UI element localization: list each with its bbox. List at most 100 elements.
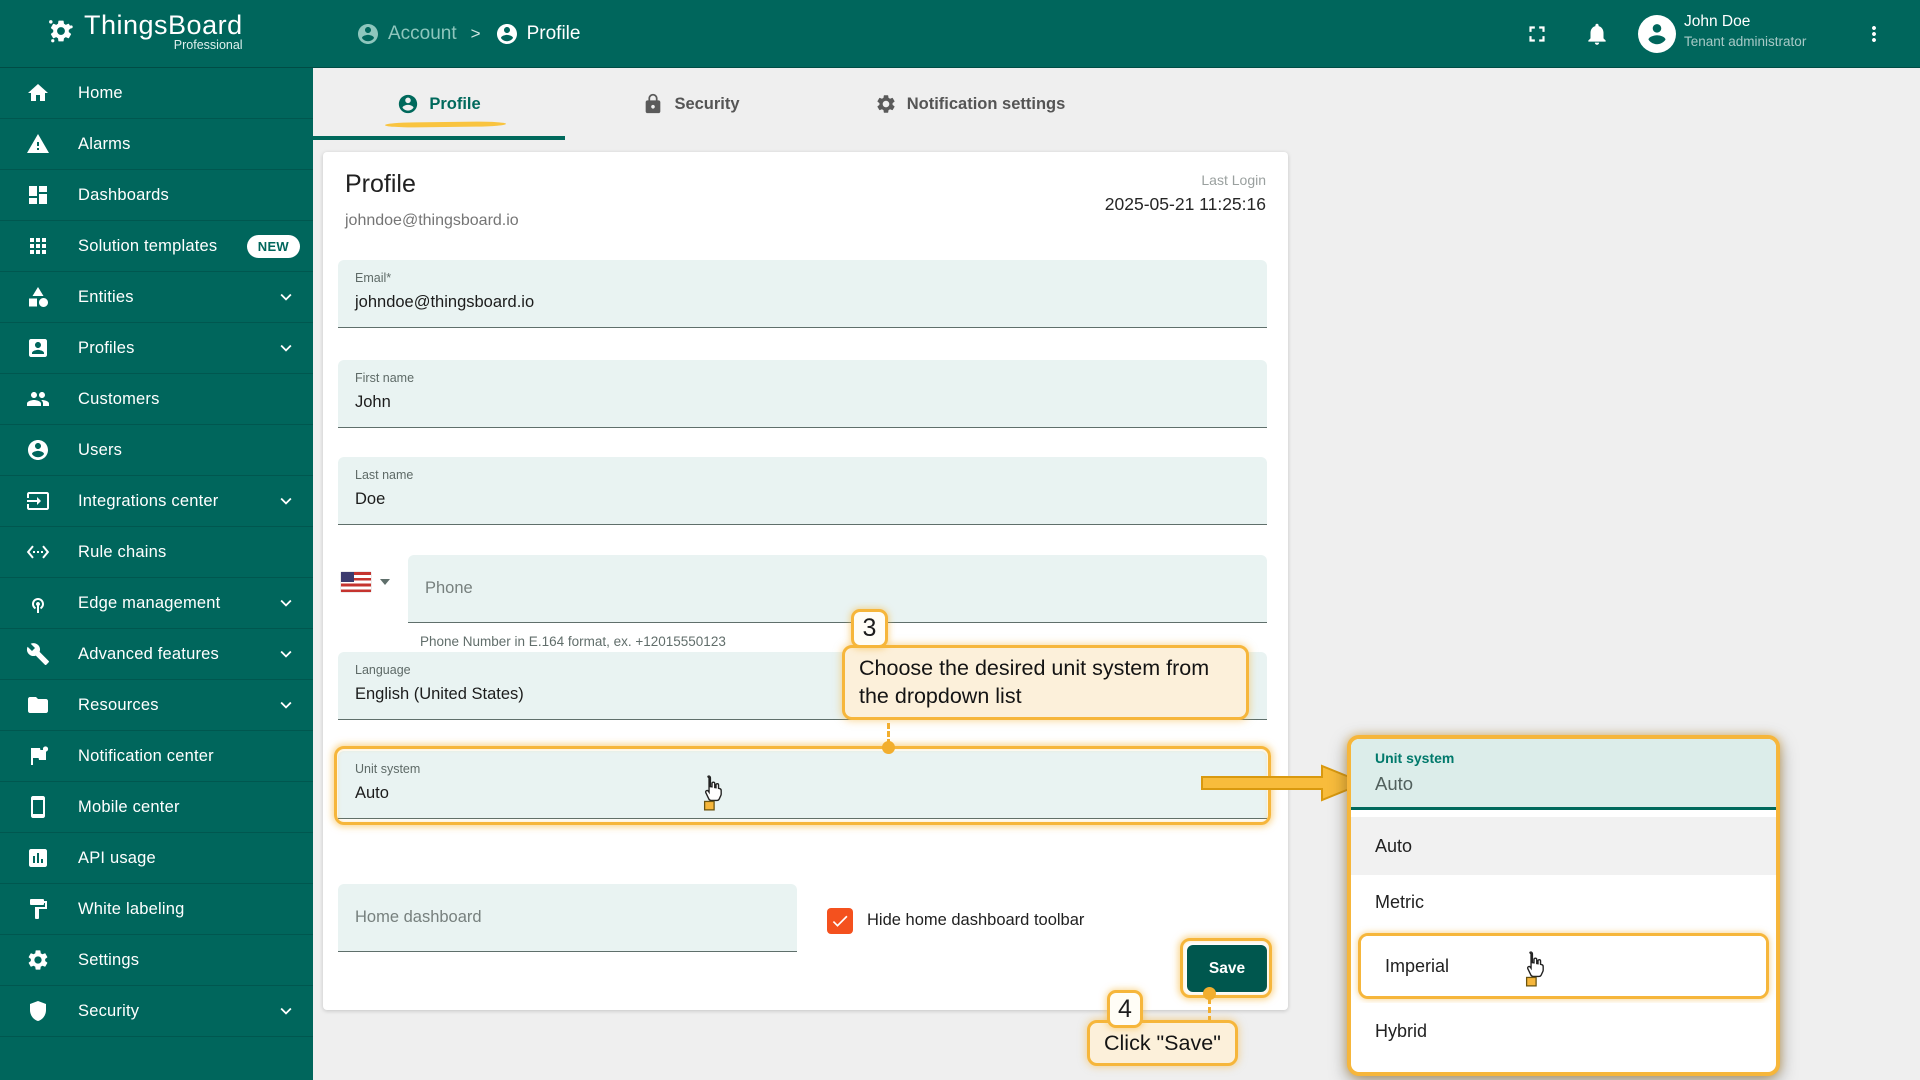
option-imperial-highlight-ring: Imperial (1358, 933, 1769, 999)
user-name: John Doe (1684, 13, 1854, 31)
step3-connector-dot (882, 741, 895, 754)
step4-callout: Click "Save" (1087, 1020, 1238, 1066)
check-icon (830, 911, 850, 931)
hand-cursor-icon (1520, 950, 1548, 988)
dropdown-header[interactable]: Unit system Auto (1351, 739, 1776, 810)
chevron-down-icon (275, 592, 297, 614)
person-icon (1640, 17, 1674, 51)
more-vert-icon[interactable] (1862, 22, 1886, 46)
step4-connector (1208, 998, 1211, 1022)
sidebar-item-entities[interactable]: Entities (0, 272, 313, 323)
smartphone-icon (26, 795, 50, 819)
option-hybrid[interactable]: Hybrid (1351, 1003, 1776, 1059)
phone-field[interactable]: Phone (408, 555, 1267, 623)
sidebar-item-customers[interactable]: Customers (0, 374, 313, 425)
sidebar-item-edge-management[interactable]: Edge management (0, 578, 313, 629)
us-flag-icon (341, 572, 371, 592)
thingsboard-logo-icon (48, 18, 74, 44)
last-login-label: Last Login (1201, 172, 1266, 188)
chevron-down-icon (275, 286, 297, 308)
home-dashboard-field[interactable]: Home dashboard (338, 884, 797, 952)
email-field[interactable]: Email* johndoe@thingsboard.io (338, 260, 1267, 328)
sidebar-item-notification-center[interactable]: Notification center (0, 731, 313, 782)
sidebar-item-api-usage[interactable]: API usage (0, 833, 313, 884)
profile-card: Profile johndoe@thingsboard.io Last Logi… (323, 152, 1288, 1010)
step3-arrow-icon (1198, 761, 1370, 805)
thingsboard-app: ThingsBoard Professional Account > Profi… (0, 0, 1920, 1080)
dashboard-icon (26, 183, 50, 207)
sidebar-item-solution-templates[interactable]: Solution templates NEW (0, 221, 313, 272)
sidebar-item-settings[interactable]: Settings (0, 935, 313, 986)
chevron-down-icon (275, 643, 297, 665)
logo-subtitle: Professional (174, 38, 243, 52)
breadcrumb-separator: > (471, 24, 481, 44)
logo-title: ThingsBoard (84, 10, 243, 40)
sidebar-item-advanced-features[interactable]: Advanced features (0, 629, 313, 680)
sidebar: Home Alarms Dashboards Solution template… (0, 68, 313, 1080)
gear-icon (875, 93, 897, 115)
card-subtitle-email: johndoe@thingsboard.io (345, 212, 519, 230)
chevron-down-icon (275, 490, 297, 512)
sidebar-item-alarms[interactable]: Alarms (0, 119, 313, 170)
fullscreen-icon[interactable] (1524, 21, 1550, 47)
unit-system-dropdown-panel: Unit system Auto Auto Metric Imperial Hy… (1347, 735, 1780, 1076)
tabstrip: Profile Security Notification settings (313, 68, 1123, 140)
option-imperial[interactable]: Imperial (1361, 936, 1766, 996)
sidebar-item-white-labeling[interactable]: White labeling (0, 884, 313, 935)
paint-icon (26, 897, 50, 921)
gear-icon (26, 948, 50, 972)
sidebar-item-rule-chains[interactable]: Rule chains (0, 527, 313, 578)
user-role: Tenant administrator (1684, 34, 1854, 49)
tab-notification-settings[interactable]: Notification settings (817, 68, 1123, 140)
breadcrumb-profile[interactable]: Profile (495, 22, 581, 46)
sidebar-item-security[interactable]: Security (0, 986, 313, 1037)
dropdown-options-list: Auto Metric Imperial Hybrid (1351, 810, 1776, 1059)
hide-toolbar-checkbox[interactable] (827, 908, 853, 934)
chevron-down-icon (275, 337, 297, 359)
last-login-value: 2025-05-21 11:25:16 (1105, 194, 1266, 215)
option-metric[interactable]: Metric (1351, 875, 1776, 929)
option-auto[interactable]: Auto (1351, 817, 1776, 875)
phone-country-selector[interactable] (341, 572, 390, 592)
apps-icon (26, 234, 50, 258)
sidebar-item-home[interactable]: Home (0, 68, 313, 119)
person-icon (26, 438, 50, 462)
step3-callout: Choose the desired unit system from the … (842, 645, 1249, 720)
step4-highlight-ring (1180, 938, 1272, 998)
home-icon (26, 81, 50, 105)
sidebar-item-profiles[interactable]: Profiles (0, 323, 313, 374)
breadcrumb-account[interactable]: Account (356, 22, 457, 46)
category-icon (26, 285, 50, 309)
notification-icon (26, 744, 50, 768)
sidebar-item-users[interactable]: Users (0, 425, 313, 476)
person-icon (356, 22, 380, 46)
marker-underline (385, 121, 506, 127)
chevron-down-icon (275, 694, 297, 716)
integration-icon (26, 489, 50, 513)
tab-security[interactable]: Security (565, 68, 817, 140)
step3-badge: 3 (851, 609, 888, 648)
first-name-field[interactable]: First name John (338, 360, 1267, 428)
breadcrumb: Account > Profile (356, 0, 580, 68)
hand-cursor-icon (698, 774, 726, 812)
chevron-down-icon (275, 1000, 297, 1022)
sidebar-item-resources[interactable]: Resources (0, 680, 313, 731)
last-name-field[interactable]: Last name Doe (338, 457, 1267, 525)
person-icon (495, 22, 519, 46)
logo: ThingsBoard Professional (48, 10, 243, 52)
shield-icon (26, 999, 50, 1023)
page-title: Profile (345, 170, 416, 199)
sidebar-item-mobile-center[interactable]: Mobile center (0, 782, 313, 833)
tab-profile[interactable]: Profile (313, 68, 565, 140)
antenna-icon (26, 591, 50, 615)
sidebar-item-dashboards[interactable]: Dashboards (0, 170, 313, 221)
warning-icon (26, 132, 50, 156)
user-menu[interactable]: John Doe Tenant administrator (1684, 13, 1854, 49)
notifications-bell-icon[interactable] (1584, 21, 1610, 47)
tools-icon (26, 642, 50, 666)
caret-down-icon (380, 579, 390, 585)
sidebar-item-integrations-center[interactable]: Integrations center (0, 476, 313, 527)
chart-icon (26, 846, 50, 870)
hide-toolbar-label: Hide home dashboard toolbar (867, 911, 1084, 930)
avatar[interactable] (1638, 15, 1676, 53)
